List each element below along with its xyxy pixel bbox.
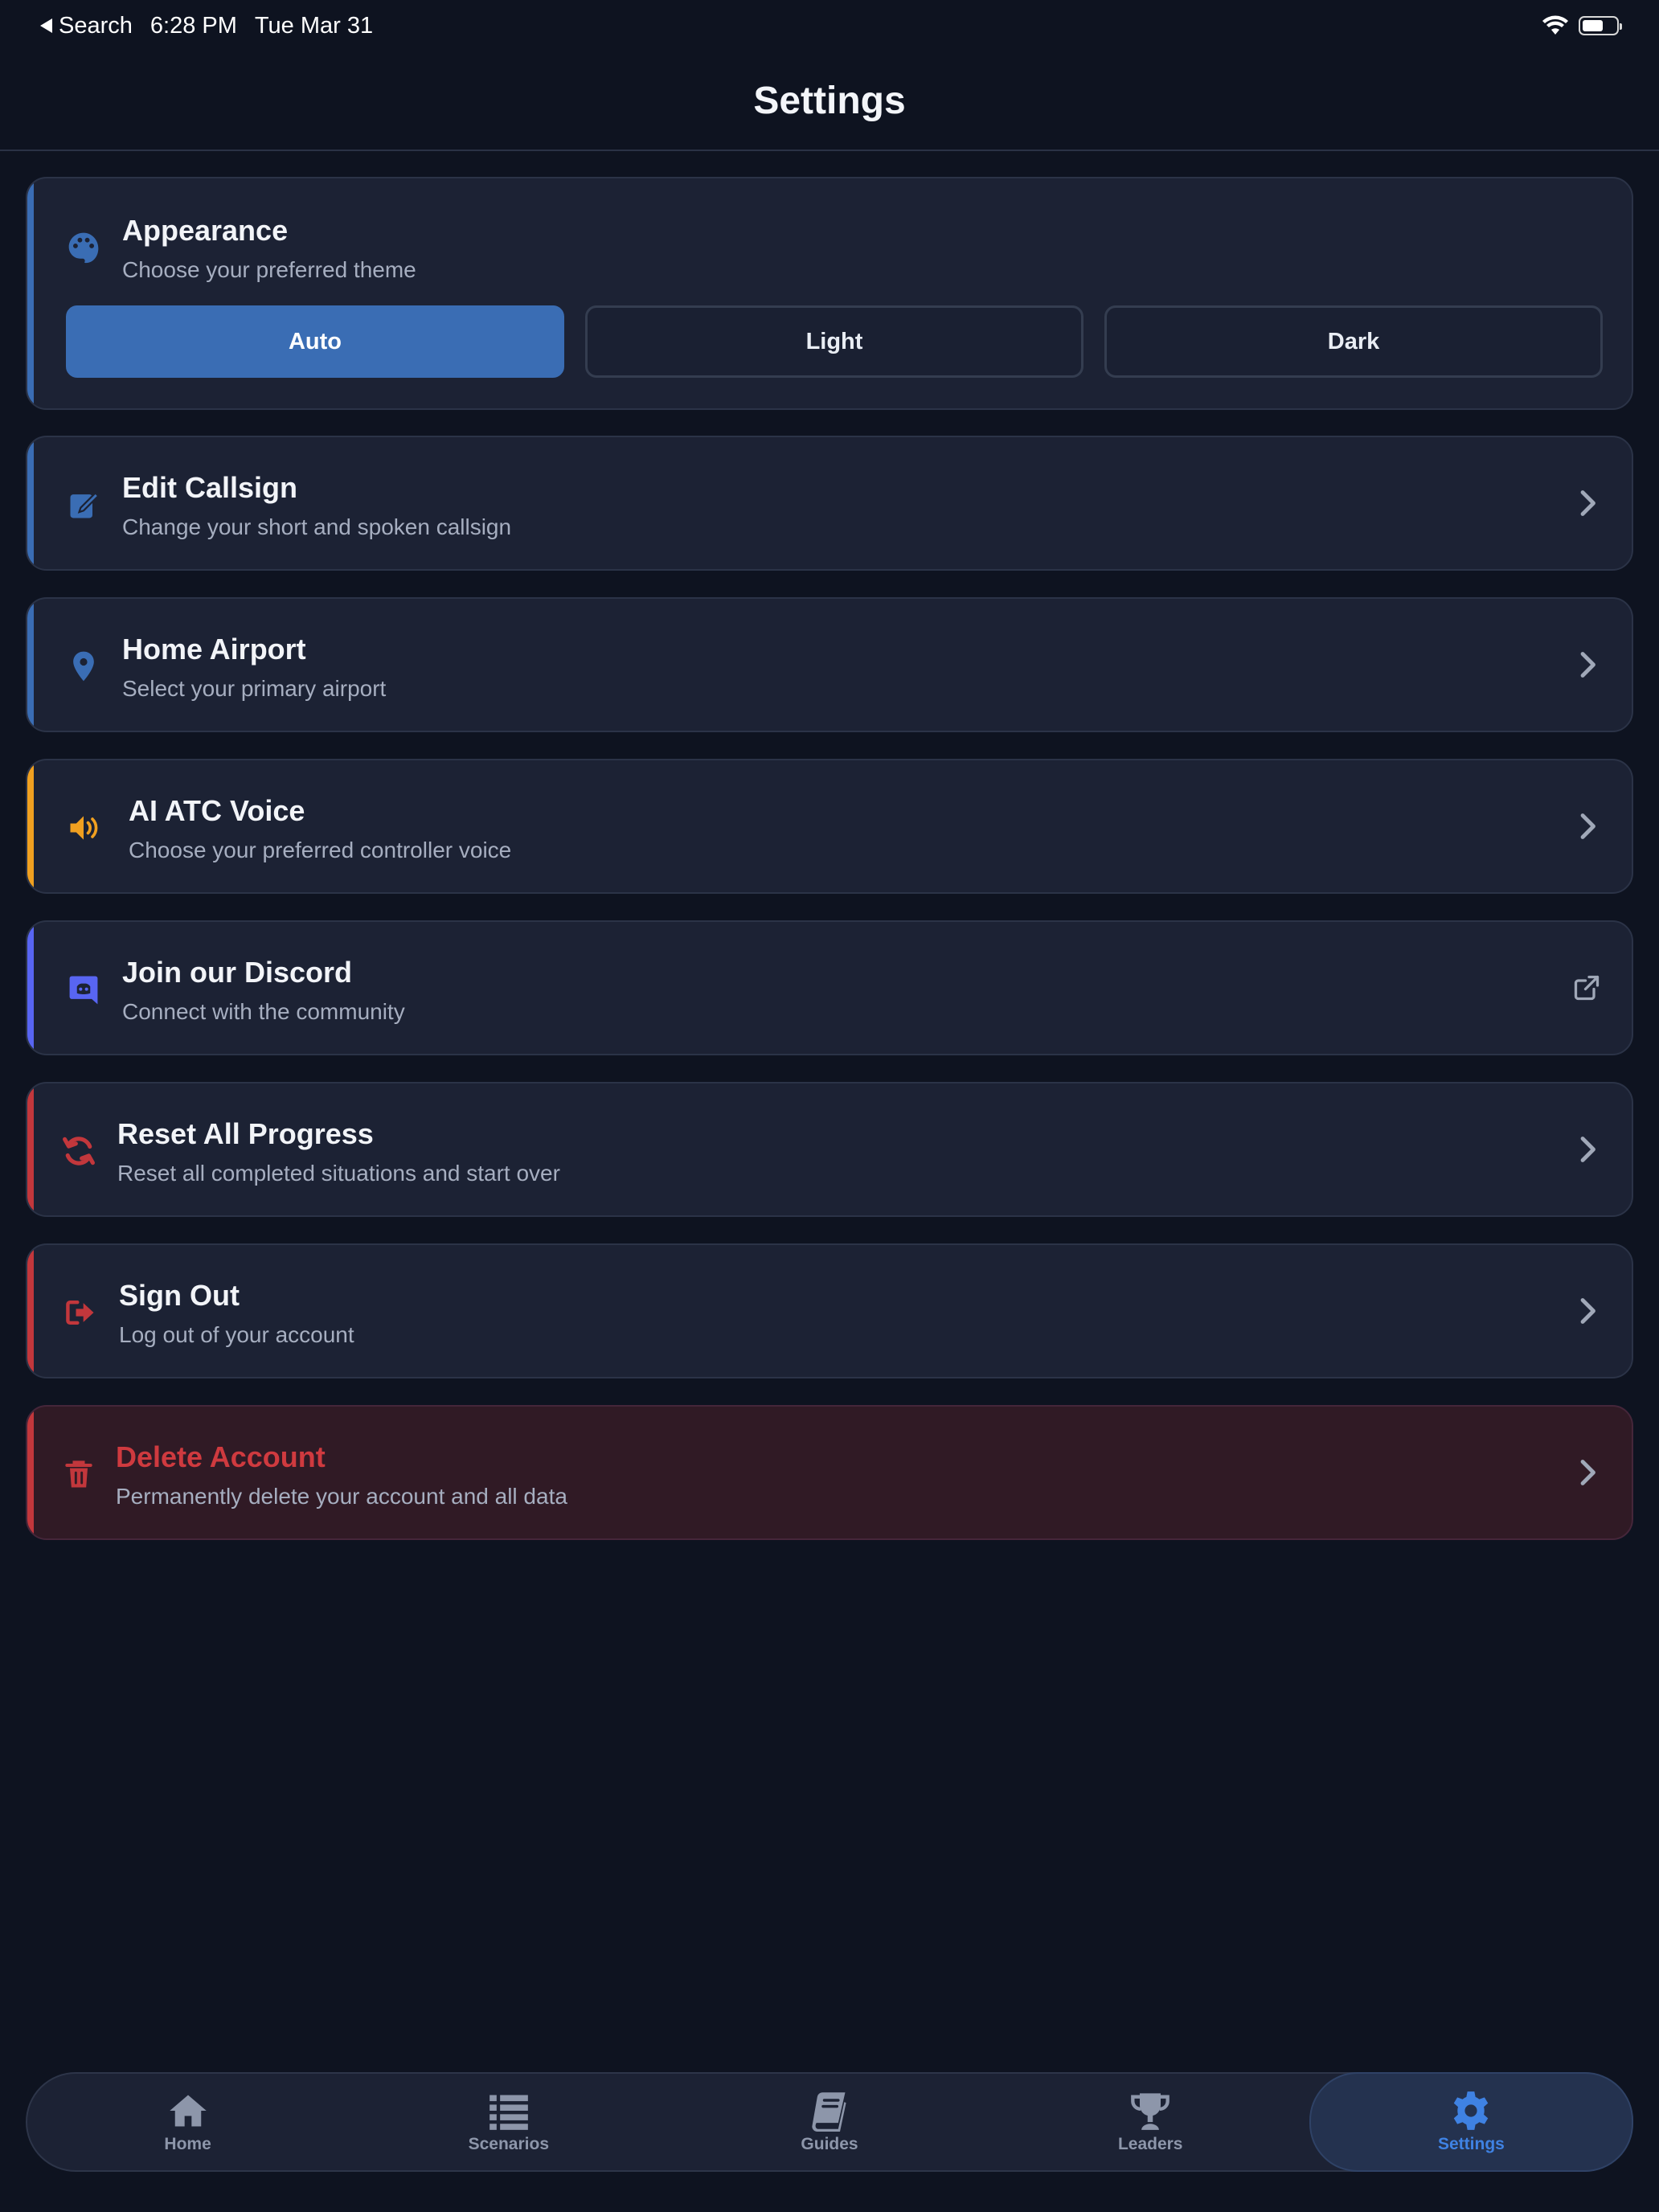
edit-callsign-item[interactable]: Edit Callsign Change your short and spok… <box>26 436 1633 571</box>
discord-icon <box>69 976 98 1005</box>
item-text: Join our Discord Connect with the commun… <box>122 956 405 1025</box>
external-link-icon <box>1574 975 1600 1001</box>
ai-atc-voice-item[interactable]: AI ATC Voice Choose your preferred contr… <box>26 759 1633 894</box>
status-indicators <box>1542 15 1622 36</box>
palette-icon <box>68 232 99 264</box>
item-title: Sign Out <box>119 1279 240 1312</box>
item-title: Edit Callsign <box>122 471 298 504</box>
sign-out-icon <box>66 1300 94 1325</box>
battery-icon <box>1579 16 1622 35</box>
tab-guides[interactable]: Guides <box>669 2074 989 2170</box>
location-pin-icon <box>73 651 94 682</box>
book-icon <box>812 2092 846 2132</box>
tab-home[interactable]: Home <box>27 2074 348 2170</box>
theme-dark-button[interactable]: Dark <box>1104 305 1603 378</box>
tab-label: Leaders <box>1117 2135 1183 2153</box>
reset-progress-item[interactable]: Reset All Progress Reset all completed s… <box>26 1082 1633 1217</box>
card-accent <box>27 1083 34 1215</box>
item-subtitle: Select your primary airport <box>122 676 387 701</box>
status-bar: Search 6:28 PM Tue Mar 31 <box>0 0 1659 51</box>
trash-icon <box>65 1460 92 1488</box>
appearance-title: Appearance <box>122 214 289 247</box>
back-arrow-icon <box>40 18 52 33</box>
item-subtitle: Choose your preferred controller voice <box>129 838 512 862</box>
home-airport-item[interactable]: Home Airport Select your primary airport <box>26 597 1633 732</box>
list-icon <box>489 2095 528 2130</box>
status-time: 6:28 PM <box>150 12 237 39</box>
card-accent <box>27 922 34 1054</box>
back-to-search[interactable]: Search <box>40 13 133 39</box>
item-subtitle: Connect with the community <box>122 999 405 1024</box>
trophy-icon <box>1131 2093 1170 2130</box>
item-title: AI ATC Voice <box>129 794 305 827</box>
theme-light-button[interactable]: Light <box>585 305 1083 378</box>
item-subtitle: Permanently delete your account and all … <box>116 1484 567 1509</box>
chevron-right-icon <box>1580 490 1596 516</box>
sign-out-item[interactable]: Sign Out Log out of your account <box>26 1243 1633 1378</box>
join-discord-item[interactable]: Join our Discord Connect with the commun… <box>26 920 1633 1055</box>
settings-screen: Search 6:28 PM Tue Mar 31 Settings Appea… <box>0 0 1659 2212</box>
item-text: Home Airport Select your primary airport <box>122 633 386 702</box>
chevron-right-icon <box>1580 1298 1596 1324</box>
item-subtitle: Reset all completed situations and start… <box>117 1161 560 1186</box>
appearance-subtitle: Choose your preferred theme <box>122 257 416 282</box>
card-accent <box>27 760 34 892</box>
tab-label: Guides <box>801 2135 858 2153</box>
item-subtitle: Log out of your account <box>119 1322 354 1347</box>
item-text: Delete Account Permanently delete your a… <box>116 1440 567 1509</box>
card-accent <box>27 599 34 731</box>
item-text: AI ATC Voice Choose your preferred contr… <box>129 794 511 863</box>
tab-settings[interactable]: Settings <box>1309 2072 1634 2172</box>
item-title: Home Airport <box>122 633 306 666</box>
item-text: Edit Callsign Change your short and spok… <box>122 471 511 540</box>
speaker-icon <box>70 816 98 840</box>
gear-icon <box>1454 2091 1489 2130</box>
tab-label: Scenarios <box>468 2135 549 2153</box>
appearance-text: Appearance Choose your preferred theme <box>122 214 416 283</box>
item-subtitle: Change your short and spoken callsign <box>122 514 512 539</box>
item-text: Reset All Progress Reset all completed s… <box>117 1117 560 1186</box>
card-accent <box>27 1407 34 1538</box>
tab-scenarios[interactable]: Scenarios <box>348 2074 669 2170</box>
delete-account-item[interactable]: Delete Account Permanently delete your a… <box>26 1405 1633 1540</box>
edit-icon <box>70 491 100 518</box>
wifi-icon <box>1542 15 1568 35</box>
item-title: Reset All Progress <box>117 1117 374 1150</box>
chevron-right-icon <box>1580 813 1596 839</box>
theme-auto-button[interactable]: Auto <box>66 305 564 378</box>
status-date: Tue Mar 31 <box>254 12 374 39</box>
refresh-icon <box>63 1137 95 1165</box>
tab-bar: Home Scenarios Guides Leaders Settings <box>26 2072 1634 2172</box>
chevron-right-icon <box>1580 1460 1596 1485</box>
tab-label: Home <box>164 2135 211 2153</box>
chevron-right-icon <box>1580 1137 1596 1162</box>
appearance-card: Appearance Choose your preferred theme A… <box>26 177 1633 410</box>
home-icon <box>169 2095 207 2127</box>
item-title: Join our Discord <box>122 956 353 989</box>
item-title: Delete Account <box>116 1440 326 1473</box>
theme-selector: Auto Light Dark <box>66 305 1603 378</box>
page-title: Settings <box>753 79 906 122</box>
card-accent <box>27 178 34 408</box>
chevron-right-icon <box>1580 652 1596 678</box>
item-text: Sign Out Log out of your account <box>119 1279 354 1348</box>
card-accent <box>27 437 34 569</box>
header: Settings <box>0 51 1659 151</box>
card-accent <box>27 1245 34 1377</box>
back-label: Search <box>59 12 133 39</box>
tab-label: Settings <box>1437 2135 1505 2153</box>
tab-leaders[interactable]: Leaders <box>990 2074 1311 2170</box>
